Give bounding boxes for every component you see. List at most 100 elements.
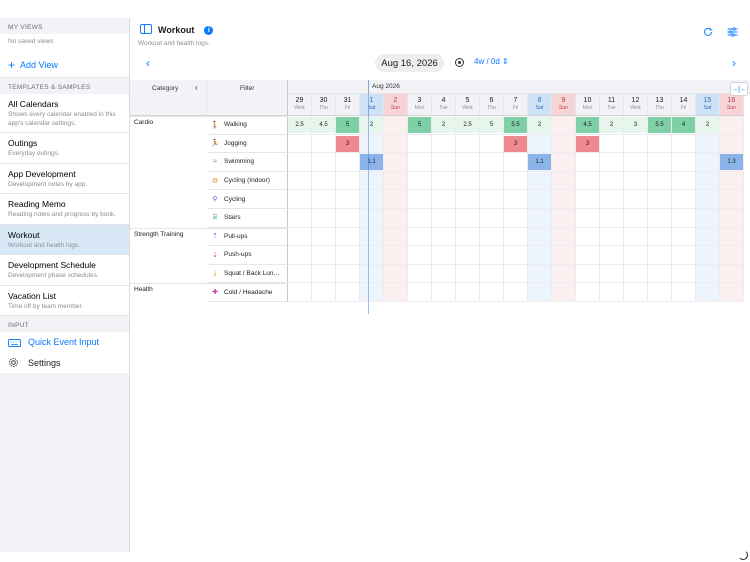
day-cell[interactable] — [528, 134, 552, 154]
day-cell[interactable] — [648, 246, 672, 265]
day-cell[interactable] — [504, 283, 528, 302]
day-cell[interactable] — [552, 171, 576, 191]
day-cell[interactable] — [336, 209, 360, 228]
day-cell[interactable] — [600, 227, 624, 247]
range-selector[interactable]: 4w / 0d ⇕ — [474, 57, 509, 66]
day-cell[interactable] — [504, 264, 528, 284]
day-cell[interactable] — [720, 190, 744, 209]
day-cell[interactable] — [600, 190, 624, 209]
day-cell[interactable] — [528, 171, 552, 191]
day-cell[interactable] — [408, 134, 432, 154]
day-cell[interactable] — [696, 246, 720, 265]
day-cell[interactable] — [672, 153, 696, 172]
day-cell[interactable] — [432, 283, 456, 302]
filter-cell[interactable]: 🏃 Jogging — [207, 134, 288, 154]
event-block[interactable]: 5 — [336, 117, 359, 133]
day-header[interactable]: 2 Sun — [384, 94, 408, 116]
day-cell[interactable] — [504, 209, 528, 228]
day-cell[interactable] — [384, 153, 408, 172]
day-cell[interactable] — [600, 264, 624, 284]
day-cell[interactable] — [456, 209, 480, 228]
event-block[interactable]: 3 — [336, 135, 359, 152]
day-cell[interactable] — [360, 246, 384, 265]
chevron-right-icon[interactable]: › — [732, 56, 736, 70]
day-cell[interactable] — [600, 246, 624, 265]
filter-cell[interactable]: ✚ Cold / Headache — [207, 283, 288, 302]
day-cell[interactable] — [288, 227, 312, 247]
event-block[interactable]: 3 — [624, 117, 647, 133]
day-cell[interactable] — [336, 246, 360, 265]
event-block[interactable]: 2 — [360, 117, 383, 133]
day-cell[interactable] — [648, 227, 672, 247]
day-cell[interactable] — [552, 264, 576, 284]
event-block[interactable]: 2 — [528, 117, 551, 133]
day-cell[interactable] — [672, 246, 696, 265]
day-cell[interactable] — [288, 209, 312, 228]
filter-cell[interactable]: ⚲ Cycling — [207, 190, 288, 209]
day-cell[interactable] — [408, 171, 432, 191]
day-header[interactable]: 16 Sun — [720, 94, 744, 116]
day-cell[interactable] — [288, 134, 312, 154]
day-cell[interactable] — [312, 171, 336, 191]
day-cell[interactable] — [360, 227, 384, 247]
day-cell[interactable] — [720, 283, 744, 302]
day-cell[interactable] — [720, 171, 744, 191]
filter-cell[interactable]: 🚶 Walking — [207, 116, 288, 135]
day-cell[interactable] — [456, 283, 480, 302]
day-cell[interactable] — [552, 209, 576, 228]
day-header[interactable]: 5 Wed — [456, 94, 480, 116]
day-cell[interactable] — [456, 171, 480, 191]
event-block[interactable]: 2 — [600, 117, 623, 133]
day-cell[interactable] — [480, 153, 504, 172]
day-cell[interactable] — [480, 227, 504, 247]
day-header[interactable]: 3 Mon — [408, 94, 432, 116]
day-cell[interactable] — [624, 283, 648, 302]
day-cell[interactable] — [456, 227, 480, 247]
filter-cell[interactable]: ⌸ Stairs — [207, 209, 288, 228]
day-cell[interactable] — [312, 246, 336, 265]
day-cell[interactable] — [312, 134, 336, 154]
day-cell[interactable] — [288, 264, 312, 284]
event-block[interactable]: 5.5 — [648, 117, 671, 133]
day-cell[interactable] — [408, 264, 432, 284]
day-cell[interactable] — [360, 171, 384, 191]
day-cell[interactable] — [552, 116, 576, 135]
event-block[interactable]: 2.5 — [456, 117, 479, 133]
day-cell[interactable] — [528, 283, 552, 302]
day-cell[interactable] — [384, 246, 408, 265]
day-cell[interactable] — [480, 283, 504, 302]
sidebar-toggle-icon[interactable] — [140, 21, 152, 39]
day-cell[interactable] — [480, 264, 504, 284]
day-cell[interactable] — [624, 153, 648, 172]
day-cell[interactable] — [336, 153, 360, 172]
day-header[interactable]: 13 Thu — [648, 94, 672, 116]
day-cell[interactable] — [600, 171, 624, 191]
day-cell[interactable] — [648, 134, 672, 154]
day-cell[interactable] — [648, 209, 672, 228]
day-cell[interactable] — [600, 153, 624, 172]
day-cell[interactable] — [624, 134, 648, 154]
day-cell[interactable] — [480, 209, 504, 228]
day-cell[interactable] — [504, 227, 528, 247]
day-cell[interactable] — [576, 264, 600, 284]
day-header[interactable]: 8 Sat — [528, 94, 552, 116]
event-block[interactable]: 3 — [504, 135, 527, 152]
day-cell[interactable] — [648, 171, 672, 191]
day-cell[interactable] — [312, 227, 336, 247]
chevron-left-icon[interactable]: ‹ — [195, 83, 198, 92]
event-block[interactable]: 5.5 — [504, 117, 527, 133]
day-cell[interactable] — [672, 209, 696, 228]
day-cell[interactable] — [528, 190, 552, 209]
day-cell[interactable] — [360, 134, 384, 154]
day-cell[interactable] — [720, 264, 744, 284]
day-cell[interactable] — [648, 153, 672, 172]
day-cell[interactable] — [600, 209, 624, 228]
day-cell[interactable] — [504, 190, 528, 209]
day-cell[interactable] — [528, 264, 552, 284]
day-cell[interactable] — [576, 209, 600, 228]
filter-settings-icon[interactable] — [727, 24, 738, 42]
day-cell[interactable] — [552, 153, 576, 172]
day-cell[interactable] — [696, 227, 720, 247]
day-cell[interactable] — [408, 227, 432, 247]
day-cell[interactable] — [480, 246, 504, 265]
